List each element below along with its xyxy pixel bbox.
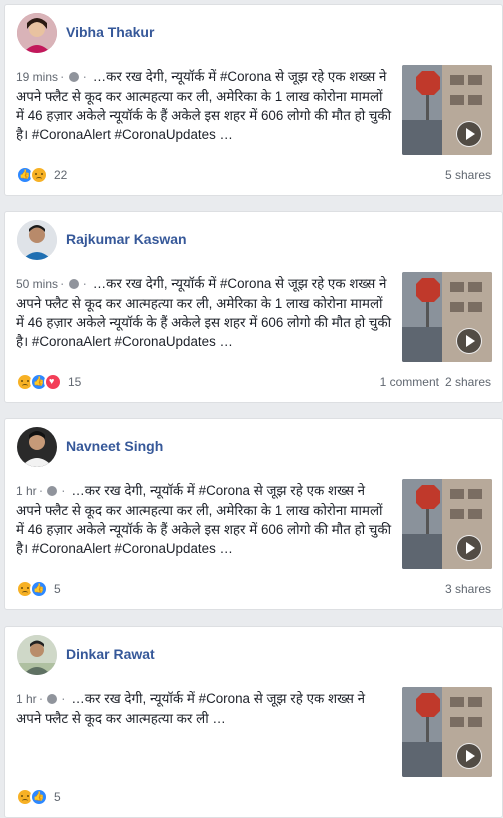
post-card: Vibha Thakur 19 mins · · …कर रख देगी, न्यू… [4, 4, 503, 196]
reaction-count[interactable]: 22 [54, 168, 67, 182]
love-reaction-icon [44, 373, 62, 391]
like-reaction-icon [30, 580, 48, 598]
avatar[interactable] [17, 13, 57, 53]
shares-count[interactable]: 2 shares [445, 375, 491, 389]
separator-dot: · [60, 69, 65, 84]
post-time[interactable]: 1 hr [16, 484, 37, 498]
reactions-summary[interactable]: 5 [16, 580, 61, 598]
post-time[interactable]: 1 hr [16, 692, 37, 706]
avatar-image [17, 427, 57, 467]
reaction-count[interactable]: 5 [54, 790, 61, 804]
separator-dot: · [38, 691, 44, 706]
post-card: Dinkar Rawat 1 hr · · …कर रख देगी, न्यूयॉर… [4, 626, 503, 818]
globe-icon[interactable] [68, 72, 79, 82]
comments-count[interactable]: 1 comment [380, 375, 439, 389]
shares-count[interactable]: 5 shares [445, 168, 491, 182]
reaction-count[interactable]: 15 [68, 375, 81, 389]
video-thumbnail[interactable] [402, 479, 492, 569]
reactions-summary[interactable]: 5 [16, 788, 61, 806]
author-name[interactable]: Rajkumar Kaswan [66, 231, 187, 247]
avatar[interactable] [17, 427, 57, 467]
separator-dot: · [38, 483, 44, 498]
post-text-block: 50 mins · · …कर रख देगी, न्यूयॉर्क में #Co… [16, 274, 394, 351]
avatar-image [17, 635, 57, 675]
video-thumbnail[interactable] [402, 272, 492, 362]
post-footer: 5 [16, 787, 491, 807]
post-text-block: 19 mins · · …कर रख देगी, न्यूयॉर्क में #Co… [16, 67, 394, 144]
post-footer: 5 3 shares [16, 579, 491, 599]
separator-dot: · [60, 276, 65, 291]
play-icon[interactable] [456, 743, 482, 769]
video-thumbnail[interactable] [402, 687, 492, 777]
post-text: …कर रख देगी, न्यूयॉर्क में #Corona से जू… [16, 691, 366, 726]
engagement-stats: 1 comment 2 shares [374, 375, 491, 389]
post-time[interactable]: 50 mins [16, 277, 58, 291]
reactions-summary[interactable]: 15 [16, 373, 81, 391]
post-time[interactable]: 19 mins [16, 70, 58, 84]
play-icon[interactable] [456, 328, 482, 354]
like-reaction-icon [30, 788, 48, 806]
engagement-stats: 3 shares [433, 582, 491, 596]
play-icon[interactable] [456, 121, 482, 147]
play-icon[interactable] [456, 535, 482, 561]
globe-icon[interactable] [47, 694, 58, 704]
author-name[interactable]: Navneet Singh [66, 438, 163, 454]
engagement-stats [479, 790, 491, 804]
author-name[interactable]: Dinkar Rawat [66, 646, 155, 662]
video-thumbnail[interactable] [402, 65, 492, 155]
avatar-image [17, 13, 57, 53]
separator-dot: · [82, 276, 87, 291]
post-card: Rajkumar Kaswan 50 mins · · …कर रख देगी, न… [4, 211, 503, 403]
sad-reaction-icon [30, 166, 48, 184]
author-name[interactable]: Vibha Thakur [66, 24, 154, 40]
reactions-summary[interactable]: 22 [16, 166, 67, 184]
avatar[interactable] [17, 635, 57, 675]
post-footer: 15 1 comment 2 shares [16, 372, 491, 392]
post-text-block: 1 hr · · …कर रख देगी, न्यूयॉर्क में #Coron… [16, 689, 394, 728]
post-text-block: 1 hr · · …कर रख देगी, न्यूयॉर्क में #Coron… [16, 481, 394, 558]
post-footer: 22 5 shares [16, 165, 491, 185]
post-card: Navneet Singh 1 hr · · …कर रख देगी, न्यूयॉ… [4, 418, 503, 610]
globe-icon[interactable] [47, 486, 58, 496]
reaction-count[interactable]: 5 [54, 582, 61, 596]
avatar-image [17, 220, 57, 260]
avatar[interactable] [17, 220, 57, 260]
engagement-stats: 5 shares [433, 168, 491, 182]
globe-icon[interactable] [68, 279, 79, 289]
separator-dot: · [61, 483, 66, 498]
separator-dot: · [82, 69, 87, 84]
post-text: …कर रख देगी, न्यूयॉर्क में #Corona से जू… [16, 483, 392, 556]
shares-count[interactable]: 3 shares [445, 582, 491, 596]
separator-dot: · [61, 691, 66, 706]
